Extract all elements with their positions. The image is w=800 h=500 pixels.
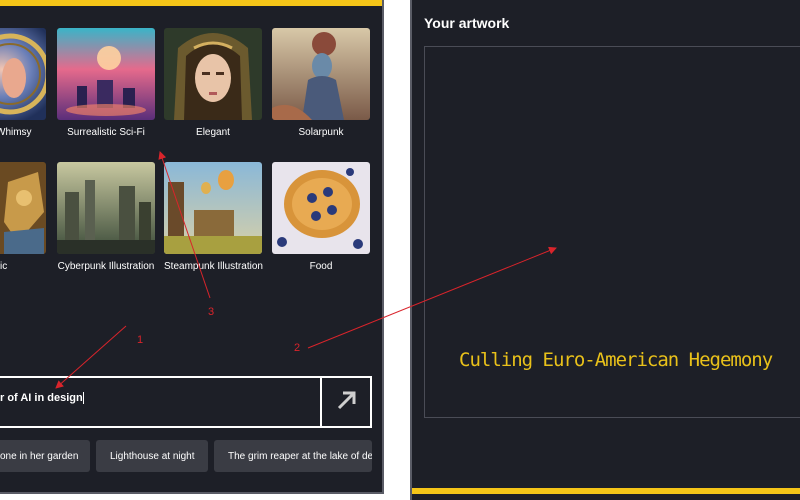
style-card-steampunk-illustration[interactable]: Steampunk Illustration (164, 162, 263, 272)
suggestion-chip[interactable]: Lighthouse at night (96, 440, 208, 472)
style-card-cyberpunk-illustration[interactable]: Cyberpunk Illustration (57, 162, 155, 272)
epic-thumbnail (0, 162, 46, 254)
style-card-food[interactable]: Food (272, 162, 370, 272)
food-thumbnail (272, 162, 370, 254)
artwork-canvas: Culling Euro-American Hegemony (424, 46, 800, 418)
style-label: Elegant (196, 127, 230, 138)
style-label: Whimsy (0, 127, 32, 138)
accent-bar (0, 0, 382, 6)
elegant-thumbnail (164, 28, 262, 120)
solarpunk-thumbnail (272, 28, 370, 120)
style-label: ic (0, 261, 8, 272)
prompt-input[interactable]: r of AI in design (0, 376, 372, 428)
suggestion-label: one in her garden (0, 450, 79, 462)
whimsy-thumbnail (0, 28, 46, 120)
suggestion-chip[interactable]: The grim reaper at the lake of de (214, 440, 372, 472)
suggestion-chip[interactable]: one in her garden (0, 440, 90, 472)
style-card-solarpunk[interactable]: Solarpunk (272, 28, 370, 138)
suggestion-label: Lighthouse at night (110, 450, 195, 462)
surrealistic-sci-fi-thumbnail (57, 28, 155, 120)
style-card-elegant[interactable]: Elegant (164, 28, 262, 138)
cyberpunk-illustration-thumbnail (57, 162, 155, 254)
style-card-surrealistic-sci-fi[interactable]: Surrealistic Sci-Fi (57, 28, 155, 138)
panel-gap (384, 0, 410, 500)
style-label: Cyberpunk Illustration (57, 261, 155, 272)
style-panel: Whimsy Surrealistic Sci-Fi (0, 0, 384, 494)
steampunk-illustration-thumbnail (164, 162, 262, 254)
accent-bar (412, 488, 800, 494)
style-label: Steampunk Illustration (164, 261, 263, 272)
artwork-generated-text: Culling Euro-American Hegemony (459, 349, 773, 371)
text-caret (82, 392, 84, 405)
style-label: Food (309, 261, 333, 272)
style-card-whimsy[interactable]: Whimsy (0, 28, 46, 138)
artwork-title: Your artwork (424, 15, 510, 31)
suggestion-label: The grim reaper at the lake of de (228, 450, 372, 462)
prompt-value[interactable]: r of AI in design (0, 392, 84, 405)
arrow-up-right-icon (336, 389, 358, 416)
style-label: Surrealistic Sci-Fi (67, 127, 145, 138)
style-label: Solarpunk (298, 127, 344, 138)
generate-button[interactable] (322, 378, 372, 426)
style-card-epic[interactable]: ic (0, 162, 46, 272)
artwork-panel: Your artwork Culling Euro-American Hegem… (410, 0, 800, 500)
